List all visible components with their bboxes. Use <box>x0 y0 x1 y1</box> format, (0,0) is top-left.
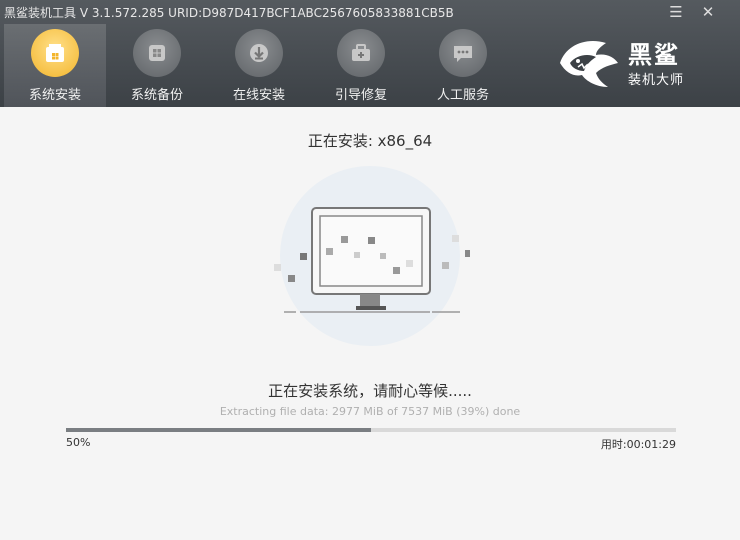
nav-label: 系统安装 <box>28 88 81 103</box>
boot-repair-icon <box>337 29 385 77</box>
progress-fill <box>66 428 371 432</box>
logo-subtitle: 装机大师 <box>628 73 685 88</box>
close-icon[interactable]: ✕ <box>696 2 720 22</box>
window-title: 黑鲨装机工具 V 3.1.572.285 URID:D987D417BCF1AB… <box>4 6 454 20</box>
nav-boot-repair[interactable]: 引导修复 <box>310 24 412 107</box>
system-backup-icon <box>133 29 181 77</box>
nav-label: 在线安装 <box>232 88 285 103</box>
nav-chat-service[interactable]: 人工服务 <box>412 24 514 107</box>
nav-system-backup[interactable]: 系统备份 <box>106 24 208 107</box>
shark-logo-icon <box>560 41 618 87</box>
monitor-installing-illustration <box>274 166 470 346</box>
nav-label: 引导修复 <box>334 88 387 103</box>
install-status: 正在安装系统，请耐心等候..... <box>268 382 472 400</box>
nav-system-install[interactable]: 系统安装 <box>4 24 106 107</box>
nav-online-install[interactable]: 在线安装 <box>208 24 310 107</box>
brand-logo: 黑鲨 装机大师 <box>556 33 706 93</box>
install-title: 正在安装: x86_64 <box>307 132 433 150</box>
install-detail: Extracting file data: 2977 MiB of 7537 M… <box>219 405 521 418</box>
menu-icon[interactable]: ☰ <box>664 2 688 22</box>
logo-title: 黑鲨 <box>628 41 680 69</box>
elapsed-time: 用时:00:01:29 <box>600 438 676 451</box>
system-install-icon <box>31 29 79 77</box>
progress-bar <box>66 428 676 432</box>
app-header: 黑鲨装机工具 V 3.1.572.285 URID:D987D417BCF1AB… <box>0 0 740 107</box>
nav-label: 人工服务 <box>436 88 489 103</box>
progress-percent: 50% <box>66 436 91 449</box>
nav-label: 系统备份 <box>130 88 183 103</box>
title-bar: 黑鲨装机工具 V 3.1.572.285 URID:D987D417BCF1AB… <box>0 0 740 24</box>
online-install-icon <box>235 29 283 77</box>
main-nav: 系统安装 系统备份 在线安装 引导修复 人工服务 <box>0 24 520 107</box>
chat-service-icon <box>439 29 487 77</box>
